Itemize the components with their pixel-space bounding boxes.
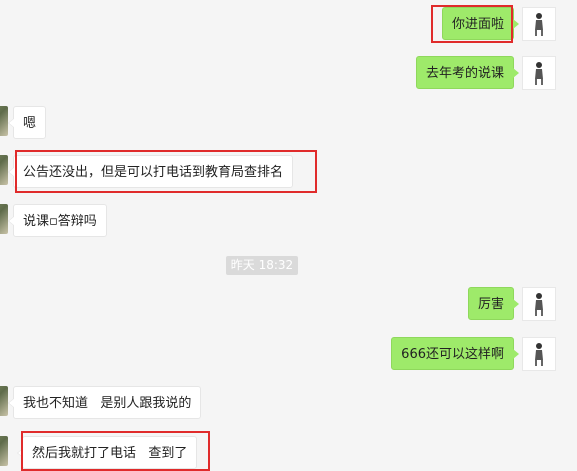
received-message-bubble[interactable]: 我也不知道 是别人跟我说的 — [7, 386, 202, 419]
message-text: 你进面啦 — [451, 17, 504, 32]
figure-icon — [535, 343, 543, 366]
my-avatar[interactable] — [522, 337, 556, 371]
contact-avatar[interactable] — [0, 204, 8, 234]
message-text: 去年考的说课 — [425, 66, 504, 81]
received-message-bubble[interactable]: 公告还没出，但是可以打电话到教育局查排名 — [7, 155, 294, 188]
my-avatar[interactable] — [522, 56, 556, 90]
sent-message-bubble[interactable]: 去年考的说课 — [415, 56, 520, 89]
message-text: 嗯 — [23, 116, 37, 131]
figure-icon — [535, 13, 543, 36]
received-message-bubble[interactable]: 然后我就打了电话 查到了 — [16, 436, 198, 469]
sent-message-bubble[interactable]: 厉害 — [467, 287, 520, 320]
contact-avatar[interactable] — [0, 386, 8, 416]
my-avatar[interactable] — [522, 287, 556, 321]
contact-avatar[interactable] — [0, 436, 8, 466]
message-text: 然后我就打了电话 查到了 — [32, 446, 188, 461]
figure-icon — [535, 62, 543, 85]
message-text: 说课▫答辩吗 — [23, 214, 97, 229]
message-text: 我也不知道 是别人跟我说的 — [23, 396, 192, 411]
received-message-bubble[interactable]: 嗯 — [7, 106, 47, 139]
message-text: 公告还没出，但是可以打电话到教育局查排名 — [23, 165, 284, 180]
contact-avatar[interactable] — [0, 106, 8, 136]
received-message-bubble[interactable]: 说课▫答辩吗 — [8, 204, 107, 237]
figure-icon — [535, 293, 543, 316]
sent-message-bubble[interactable]: 你进面啦 — [441, 7, 520, 40]
contact-avatar[interactable] — [0, 155, 8, 185]
sent-message-bubble[interactable]: 666还可以这样啊 — [391, 337, 519, 370]
message-text: 666还可以这样啊 — [401, 347, 504, 362]
message-text: 厉害 — [477, 297, 504, 312]
timestamp-divider: 昨天 18:32 — [226, 256, 298, 275]
my-avatar[interactable] — [522, 7, 556, 41]
